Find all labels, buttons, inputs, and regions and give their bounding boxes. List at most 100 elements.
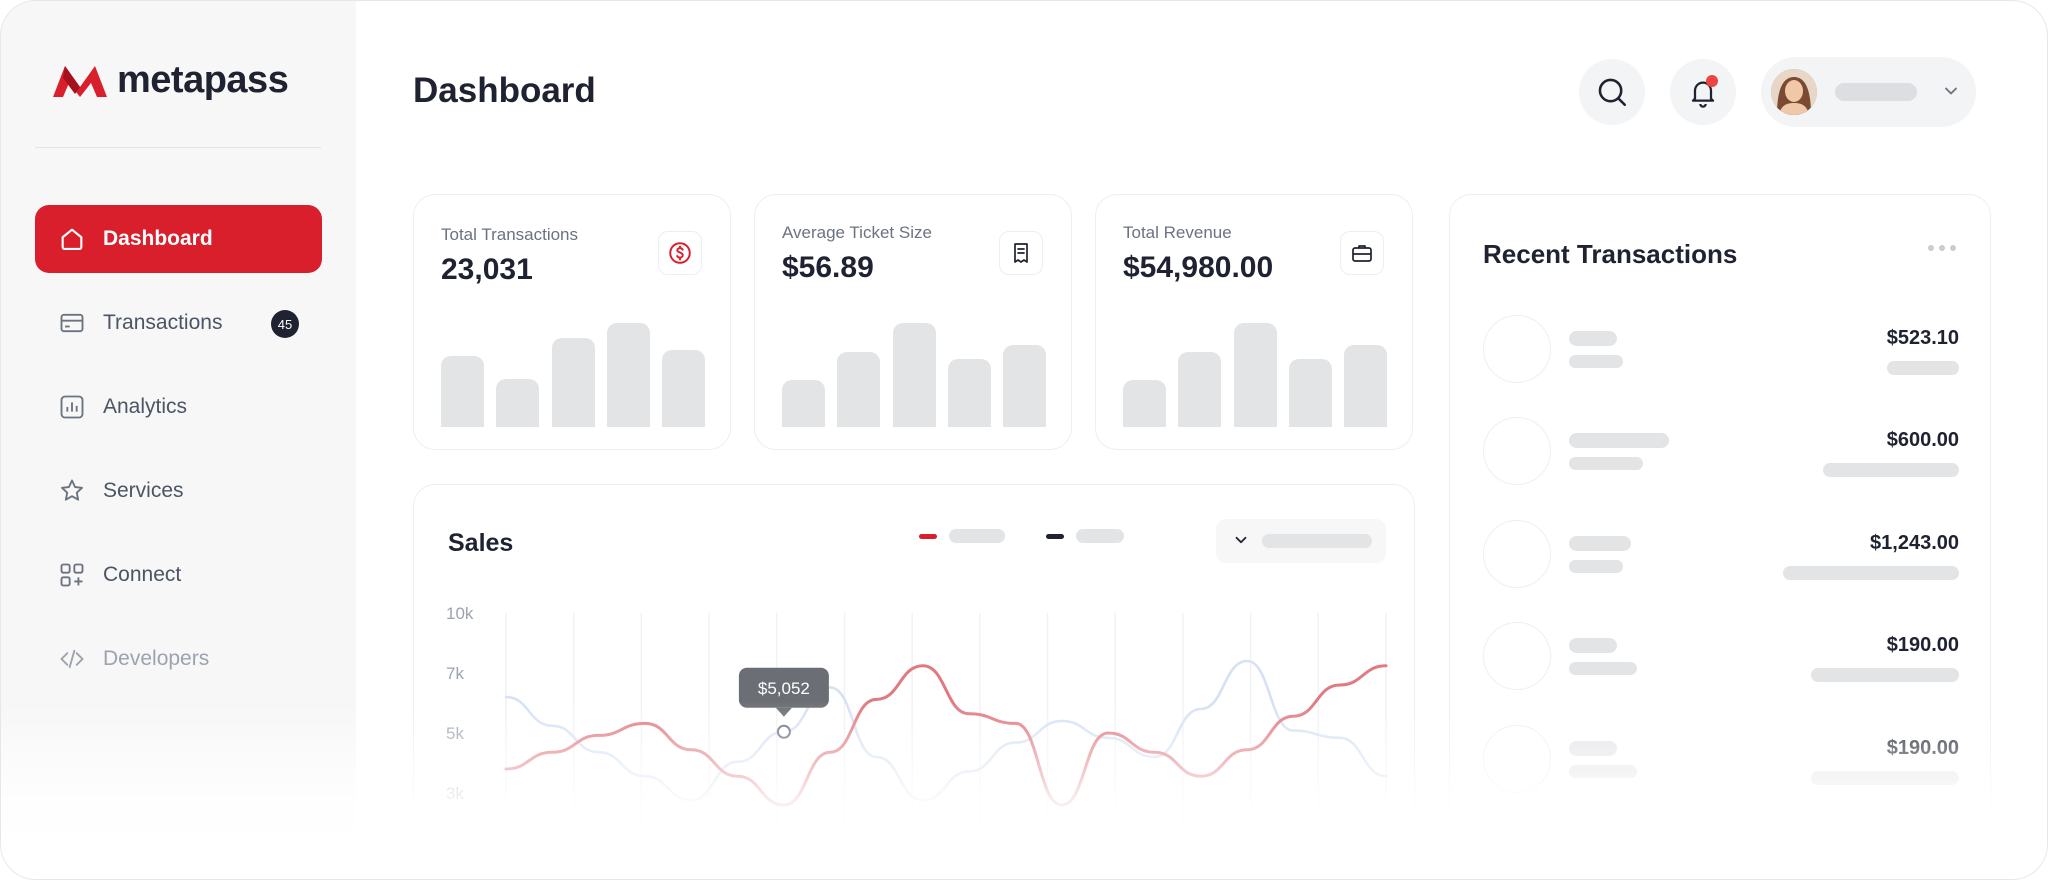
notification-dot (1706, 75, 1718, 87)
y-tick-label: 7k (446, 664, 464, 683)
y-tick-label: 5k (446, 724, 464, 743)
stat-label: Total Transactions (441, 225, 579, 244)
stat-card-total-transactions[interactable]: Total Transactions 23,031 (413, 194, 731, 450)
transaction-avatar (1483, 827, 1551, 879)
sidebar: metapass Dashboard Transactions 45 Analy… (1, 1, 356, 879)
sidebar-divider (35, 147, 321, 148)
transaction-name-placeholder (1569, 536, 1631, 551)
card-icon (57, 308, 87, 338)
transaction-date-placeholder (1811, 668, 1959, 682)
transaction-avatar (1483, 417, 1551, 485)
sidebar-item-developers[interactable]: Developers (35, 625, 322, 693)
sidebar-item-connect[interactable]: Connect (35, 541, 322, 609)
transaction-row[interactable]: $600.00 (1483, 417, 1959, 487)
mini-bar (1233, 323, 1277, 427)
y-tick-label: 3k (446, 784, 464, 803)
star-icon (57, 476, 87, 506)
briefcase-icon (1340, 231, 1384, 275)
transaction-avatar (1483, 315, 1551, 383)
highlight-point[interactable] (776, 724, 791, 739)
sidebar-item-label: Services (103, 479, 184, 502)
brand-name: metapass (117, 59, 289, 101)
stat-label: Total Revenue (1123, 223, 1232, 242)
transaction-detail-placeholder (1569, 662, 1637, 675)
transaction-name-placeholder (1569, 843, 1617, 858)
receipt-icon (999, 231, 1043, 275)
home-icon (57, 224, 87, 254)
sidebar-nav: Dashboard Transactions 45 Analytics Serv… (35, 205, 322, 709)
profile-menu[interactable] (1761, 57, 1976, 127)
mini-bar (1344, 345, 1387, 427)
transaction-name-placeholder (1569, 331, 1617, 346)
transaction-row[interactable]: $190.00 (1483, 827, 1959, 879)
transaction-date-placeholder (1887, 361, 1959, 375)
metapass-logo-icon (53, 65, 107, 97)
transaction-avatar (1483, 520, 1551, 588)
search-button[interactable] (1579, 59, 1645, 125)
mini-bar (1288, 359, 1332, 427)
transaction-row[interactable]: $1,243.00 (1483, 520, 1959, 590)
transaction-avatar (1483, 725, 1551, 793)
transaction-detail-placeholder (1569, 457, 1643, 470)
transaction-row[interactable]: $190.00 (1483, 725, 1959, 795)
sales-series-secondary-line (504, 659, 1388, 802)
transaction-detail-placeholder (1569, 355, 1623, 368)
sidebar-item-analytics[interactable]: Analytics (35, 373, 322, 441)
mini-bar (782, 380, 825, 427)
recent-transactions-title: Recent Transactions (1483, 239, 1738, 269)
page-title: Dashboard (413, 71, 596, 110)
sales-card: Sales 10k 7k 5k 3k 0k $5,052 (413, 484, 1415, 879)
chart-tooltip-text: $5,052 (758, 679, 810, 698)
sidebar-item-label: Analytics (103, 395, 188, 418)
sidebar-item-label: Dashboard (103, 227, 213, 250)
profile-name-placeholder (1835, 83, 1917, 101)
transaction-name-placeholder (1569, 433, 1669, 448)
transaction-amount: $1,243.00 (1870, 532, 1959, 554)
sidebar-item-label: Transactions (103, 311, 223, 334)
transaction-amount: $600.00 (1886, 429, 1959, 451)
sidebar-item-services[interactable]: Services (35, 457, 322, 525)
mini-bar (1123, 380, 1166, 427)
search-icon (1598, 78, 1627, 107)
transaction-date-placeholder (1783, 566, 1959, 580)
transaction-date-placeholder (1811, 873, 1959, 879)
transaction-row[interactable]: $190.00 (1483, 622, 1959, 692)
mini-bar (606, 323, 650, 427)
grid-plus-icon (57, 560, 87, 590)
stat-value: 23,031 (441, 253, 533, 286)
stat-card-total-revenue[interactable]: Total Revenue $54,980.00 (1095, 194, 1413, 450)
dollar-icon (658, 231, 702, 275)
mini-bar-chart (441, 319, 705, 427)
mini-bar (837, 352, 881, 427)
avatar (1771, 69, 1817, 115)
chevron-down-icon (1941, 81, 1961, 106)
transaction-avatar (1483, 622, 1551, 690)
mini-bar (947, 359, 991, 427)
transaction-date-placeholder (1811, 771, 1959, 785)
mini-bar (496, 379, 540, 427)
sidebar-item-transactions[interactable]: Transactions 45 (35, 289, 322, 357)
transaction-name-placeholder (1569, 741, 1617, 756)
brand-logo[interactable]: metapass (51, 59, 289, 102)
stat-card-average-ticket-size[interactable]: Average Ticket Size $56.89 (754, 194, 1072, 450)
stat-value: $54,980.00 (1123, 251, 1274, 284)
chart-tooltip-arrow (775, 707, 792, 717)
transactions-count-badge: 45 (271, 310, 299, 338)
code-icon (57, 644, 87, 674)
transaction-date-placeholder (1823, 463, 1959, 477)
transaction-amount: $190.00 (1886, 737, 1959, 759)
sidebar-item-dashboard[interactable]: Dashboard (35, 205, 322, 273)
transaction-detail-placeholder (1569, 765, 1637, 778)
transaction-row[interactable]: $523.10 (1483, 315, 1959, 385)
transaction-name-placeholder (1569, 638, 1617, 653)
notifications-button[interactable] (1670, 59, 1736, 125)
app-window: metapass Dashboard Transactions 45 Analy… (0, 0, 2048, 880)
mini-bar (892, 323, 936, 427)
stat-label: Average Ticket Size (782, 223, 932, 242)
more-options-icon[interactable] (1928, 245, 1956, 251)
mini-bar (1003, 345, 1046, 427)
transaction-amount: $190.00 (1886, 839, 1959, 861)
mini-bar (551, 338, 595, 427)
mini-bar (662, 350, 705, 427)
mini-bar (1178, 352, 1222, 427)
